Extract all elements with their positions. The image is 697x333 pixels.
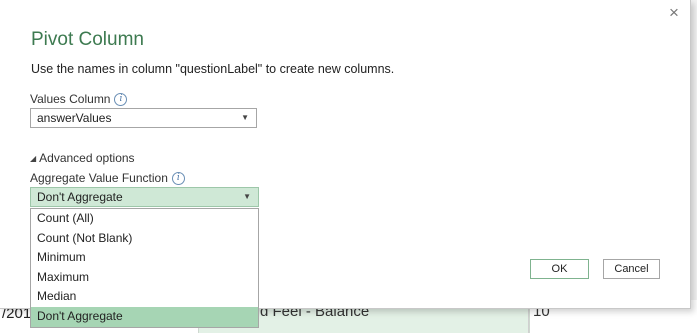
ok-button[interactable]: OK [530,259,589,279]
chevron-down-icon: ▼ [243,192,251,201]
values-column-label: Values Column [30,92,111,106]
dialog-title: Pivot Column [31,29,144,50]
dropdown-option-count-not-blank[interactable]: Count (Not Blank) [31,229,258,249]
dropdown-option-maximum[interactable]: Maximum [31,268,258,288]
dropdown-option-median[interactable]: Median [31,287,258,307]
cancel-button[interactable]: Cancel [603,259,660,279]
values-column-label-row: Values Column i [30,92,128,107]
info-icon[interactable]: i [171,172,185,186]
advanced-options-label: Advanced options [39,151,135,165]
dropdown-option-dont-aggregate[interactable]: Don't Aggregate [31,306,258,327]
aggregate-label-row: Aggregate Value Function i [30,171,185,186]
info-icon[interactable]: i [114,93,128,107]
values-column-value: answerValues [37,111,112,125]
aggregate-label: Aggregate Value Function [30,171,168,185]
advanced-options-toggle[interactable]: ◢ Advanced options [30,151,135,165]
aggregate-function-dropdown: Count (All) Count (Not Blank) Minimum Ma… [30,208,259,328]
dialog-description: Use the names in column "questionLabel" … [31,62,395,76]
dropdown-option-minimum[interactable]: Minimum [31,248,258,268]
close-icon[interactable]: × [666,4,682,21]
background-strip [690,0,697,300]
chevron-down-icon: ▼ [241,113,249,122]
aggregate-function-value: Don't Aggregate [37,190,123,204]
values-column-select[interactable]: answerValues ▼ [30,108,257,128]
aggregate-function-select[interactable]: Don't Aggregate ▼ [30,187,259,207]
dropdown-option-count-all[interactable]: Count (All) [31,209,258,229]
collapse-triangle-icon: ◢ [30,154,37,163]
